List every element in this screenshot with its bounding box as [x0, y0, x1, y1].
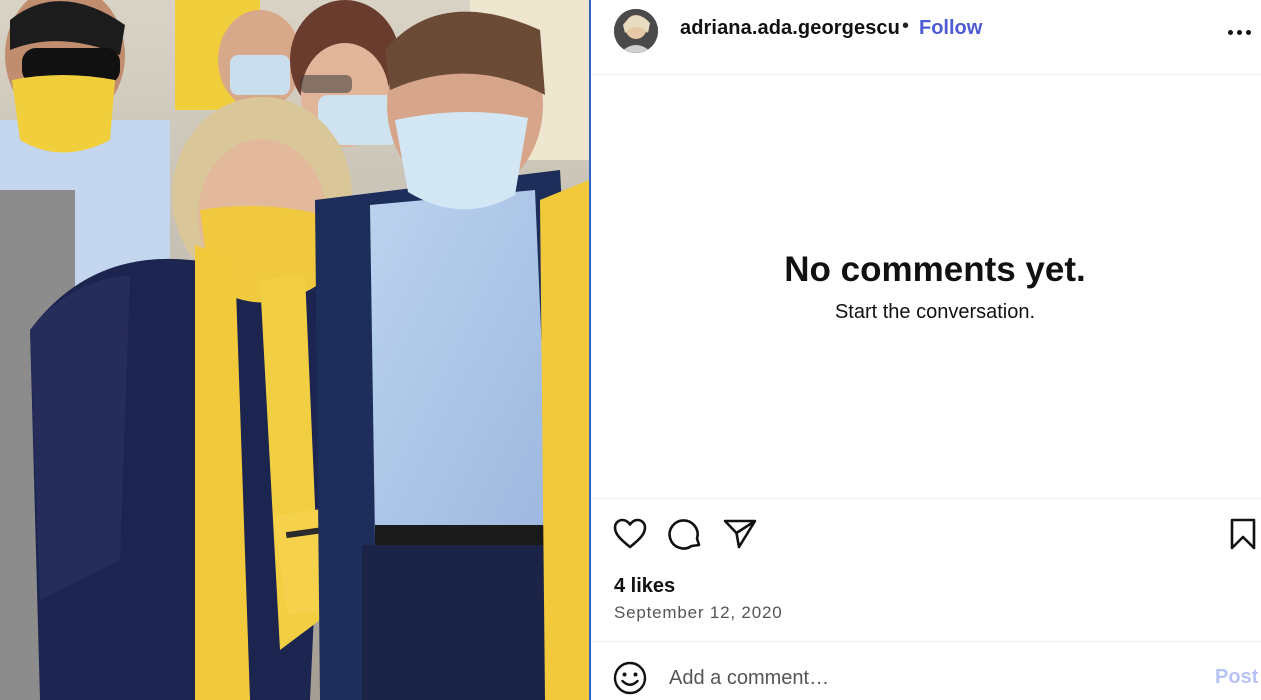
empty-comments-subtitle: Start the conversation. — [834, 301, 1036, 323]
post-comment-button[interactable]: Post — [1215, 666, 1258, 689]
actions-divider — [591, 498, 1261, 499]
likes-count[interactable]: 4 likes — [614, 575, 675, 598]
empty-comments-title: No comments yet. — [784, 250, 1086, 289]
more-dot — [1236, 29, 1242, 35]
follow-button[interactable]: Follow — [919, 17, 982, 40]
smiley-icon[interactable] — [612, 660, 648, 696]
avatar-image — [614, 9, 658, 53]
more-dot — [1245, 29, 1251, 35]
paper-plane-icon[interactable] — [722, 516, 758, 552]
username[interactable]: adriana.ada.georgescu — [680, 17, 900, 40]
composer-divider — [591, 641, 1261, 642]
heart-icon[interactable] — [612, 516, 648, 552]
post-photo[interactable] — [0, 0, 589, 700]
more-dot — [1227, 29, 1233, 35]
post-header: adriana.ada.georgescu • Follow — [591, 0, 1261, 74]
comments-area: No comments yet. Start the conversation. — [591, 75, 1261, 498]
separator-dot: • — [902, 15, 910, 37]
bookmark-icon[interactable] — [1225, 516, 1261, 552]
post-side-panel: adriana.ada.georgescu • Follow No commen… — [591, 0, 1261, 700]
post-date: September 12, 2020 — [614, 603, 783, 622]
comment-bubble-icon[interactable] — [668, 516, 704, 552]
more-horizontal-icon[interactable] — [1221, 18, 1257, 46]
comment-input[interactable] — [669, 662, 1199, 694]
user-avatar[interactable] — [614, 9, 658, 53]
post-photo-illustration — [0, 0, 589, 700]
